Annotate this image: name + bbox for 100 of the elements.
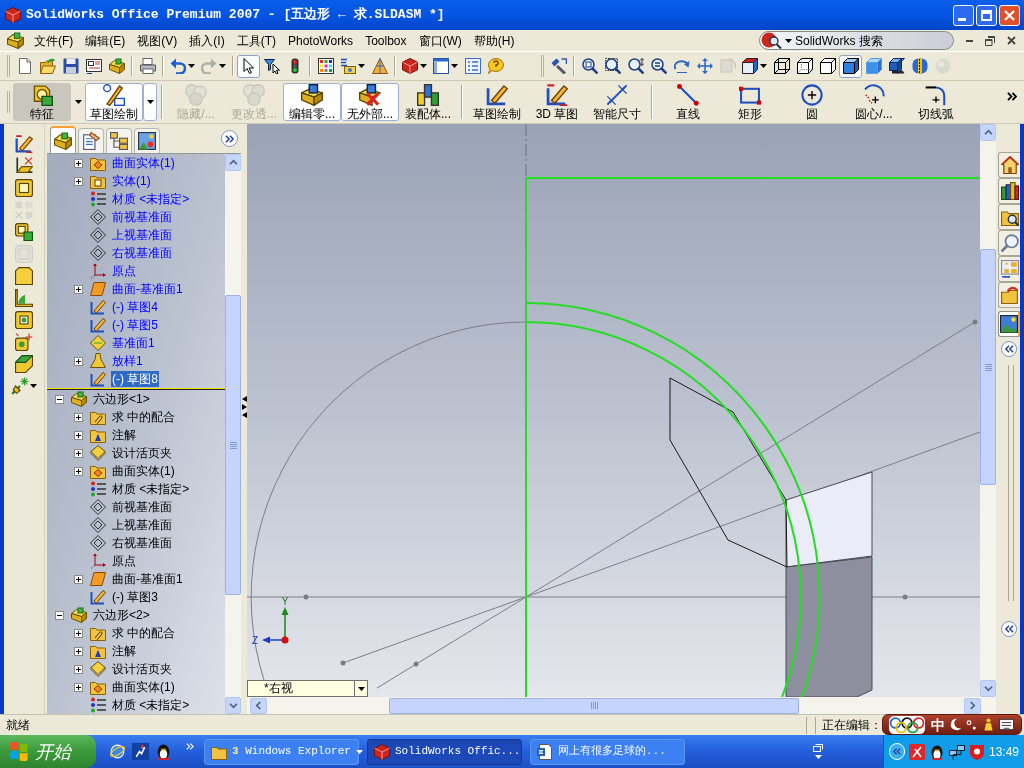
expand-button[interactable] (74, 284, 83, 294)
scroll-down-button[interactable] (980, 680, 996, 697)
tree-item[interactable]: 曲面实体(1) (111, 155, 176, 171)
toolbar-button[interactable] (13, 287, 35, 308)
tree-item[interactable]: 曲面实体(1) (111, 463, 176, 479)
command-button[interactable]: 草图绘制 (467, 83, 527, 121)
tree-item[interactable]: (-) 草图8 (111, 371, 159, 387)
tree-item[interactable]: 六边形<1> (92, 391, 151, 407)
taskbar-button[interactable]: 网上有很多足球的... (530, 738, 685, 765)
expand-button[interactable] (74, 628, 83, 638)
tree-item[interactable]: 材质 <未指定> (111, 481, 191, 497)
tree-item[interactable]: 材质 <未指定> (111, 697, 191, 713)
toolbar-button[interactable] (13, 155, 35, 176)
toolbar-button[interactable] (13, 133, 35, 154)
vertical-scrollbar[interactable] (980, 124, 996, 697)
task-pane-tab[interactable] (998, 204, 1020, 230)
tree-item[interactable]: 右视基准面 (111, 535, 173, 551)
command-button[interactable]: 无外部... (341, 83, 399, 121)
tree-item[interactable]: 基准面1 (111, 335, 156, 351)
menu-item[interactable]: PhotoWorks (282, 31, 360, 50)
expand-button[interactable] (74, 176, 83, 186)
show-hidden-icons-button[interactable] (889, 743, 905, 760)
command-button[interactable]: 矩形 (719, 83, 781, 121)
toolbar-button[interactable] (13, 265, 35, 286)
expand-button[interactable] (74, 682, 83, 692)
collapse-button[interactable] (1001, 621, 1017, 637)
tree-item[interactable]: 上视基准面 (111, 227, 173, 243)
command-button[interactable]: 3D 草图 (527, 83, 587, 121)
command-button[interactable]: 智能尺寸 (587, 83, 647, 121)
command-button[interactable]: 圆心/... (843, 83, 905, 121)
scroll-right-button[interactable] (964, 697, 981, 714)
expand-button[interactable] (74, 646, 83, 656)
tree-item[interactable]: (-) 草图3 (111, 589, 159, 605)
scrollbar-thumb[interactable] (389, 697, 799, 714)
panel-tab[interactable] (106, 128, 132, 153)
tree-item[interactable]: 右视基准面 (111, 245, 173, 261)
quick-launch-button[interactable] (131, 742, 149, 761)
expand-panel-button[interactable] (221, 130, 238, 147)
taskbar-button[interactable]: SolidWorks Offic... (367, 738, 522, 765)
scrollbar-thumb[interactable] (225, 295, 241, 595)
tree-item[interactable]: 注解 (111, 643, 137, 659)
search-field[interactable]: SolidWorks 搜索 (795, 32, 947, 49)
expand-button[interactable] (74, 574, 83, 584)
command-button[interactable]: 装配体... (399, 83, 457, 121)
tree-item[interactable]: 原点 (111, 263, 137, 279)
menu-item[interactable]: 窗口(W) (412, 31, 468, 50)
tree-item[interactable]: 实体(1) (111, 173, 152, 189)
command-button[interactable]: 圆 (781, 83, 843, 121)
start-button[interactable]: 开始 (0, 735, 96, 768)
tree-item[interactable]: 曲面-基准面1 (111, 571, 184, 587)
menu-item[interactable]: 插入(I) (183, 31, 231, 50)
dropdown-button[interactable] (354, 681, 367, 696)
menu-item[interactable]: 文件(F) (28, 31, 80, 50)
horizontal-scrollbar[interactable] (247, 697, 996, 714)
scroll-up-button[interactable] (225, 154, 241, 171)
toolbar-button[interactable] (13, 353, 35, 374)
expand-button[interactable] (74, 664, 83, 674)
task-pane-tab[interactable] (998, 178, 1020, 204)
tree-item[interactable]: 前视基准面 (111, 209, 173, 225)
command-button[interactable]: 特征 (13, 83, 71, 121)
tree-item[interactable]: 六边形<2> (92, 607, 151, 623)
tree-item[interactable]: 上视基准面 (111, 517, 173, 533)
menu-item[interactable]: 编辑(E) (79, 31, 132, 50)
close-button[interactable] (999, 4, 1020, 26)
scroll-up-button[interactable] (980, 124, 996, 141)
view-selector[interactable]: *右视 (247, 680, 368, 697)
toolbar-button[interactable] (839, 54, 862, 78)
maximize-button[interactable] (976, 4, 997, 26)
expand-button[interactable] (74, 412, 83, 422)
tree-item[interactable]: 设计活页夹 (111, 445, 173, 461)
command-button[interactable]: 草图绘制 (85, 83, 143, 121)
menu-item[interactable]: 帮助(H) (467, 31, 521, 50)
tree-item[interactable]: 设计活页夹 (111, 661, 173, 677)
menu-item[interactable]: Toolbox (359, 31, 413, 50)
tree-item[interactable]: 放样1 (111, 353, 144, 369)
command-button[interactable]: 直线 (657, 83, 719, 121)
tree-item[interactable]: 材质 <未指定> (111, 191, 191, 207)
collapse-button[interactable] (55, 394, 64, 404)
tree-item[interactable]: 原点 (111, 553, 137, 569)
expand-button[interactable] (74, 466, 83, 476)
search-box[interactable]: SolidWorks 搜索 (759, 31, 954, 50)
panel-tab[interactable] (50, 126, 76, 153)
panel-tab[interactable] (78, 128, 104, 153)
tree-item[interactable]: (-) 草图4 (111, 299, 159, 315)
toolbar-button[interactable] (13, 221, 35, 242)
task-pane-tab[interactable] (998, 311, 1020, 337)
collapse-button[interactable] (55, 610, 64, 620)
graphics-area[interactable]: Y Z *右视 (247, 124, 980, 697)
tree-item[interactable]: 注解 (111, 427, 137, 443)
toolbar-button[interactable] (13, 331, 35, 352)
command-button[interactable]: 切线弧 (905, 83, 967, 121)
expand-button[interactable] (74, 448, 83, 458)
toolbar-button[interactable] (13, 177, 35, 198)
input-mode-button[interactable]: 中 (931, 716, 945, 733)
tree-item[interactable]: (-) 草图5 (111, 317, 159, 333)
language-bar-button[interactable] (813, 744, 823, 759)
scrollbar-thumb[interactable] (980, 249, 996, 485)
quick-launch-button[interactable] (108, 742, 126, 761)
tree-item[interactable]: 求 中的配合 (111, 409, 177, 425)
command-button[interactable]: 编辑零... (283, 83, 341, 121)
